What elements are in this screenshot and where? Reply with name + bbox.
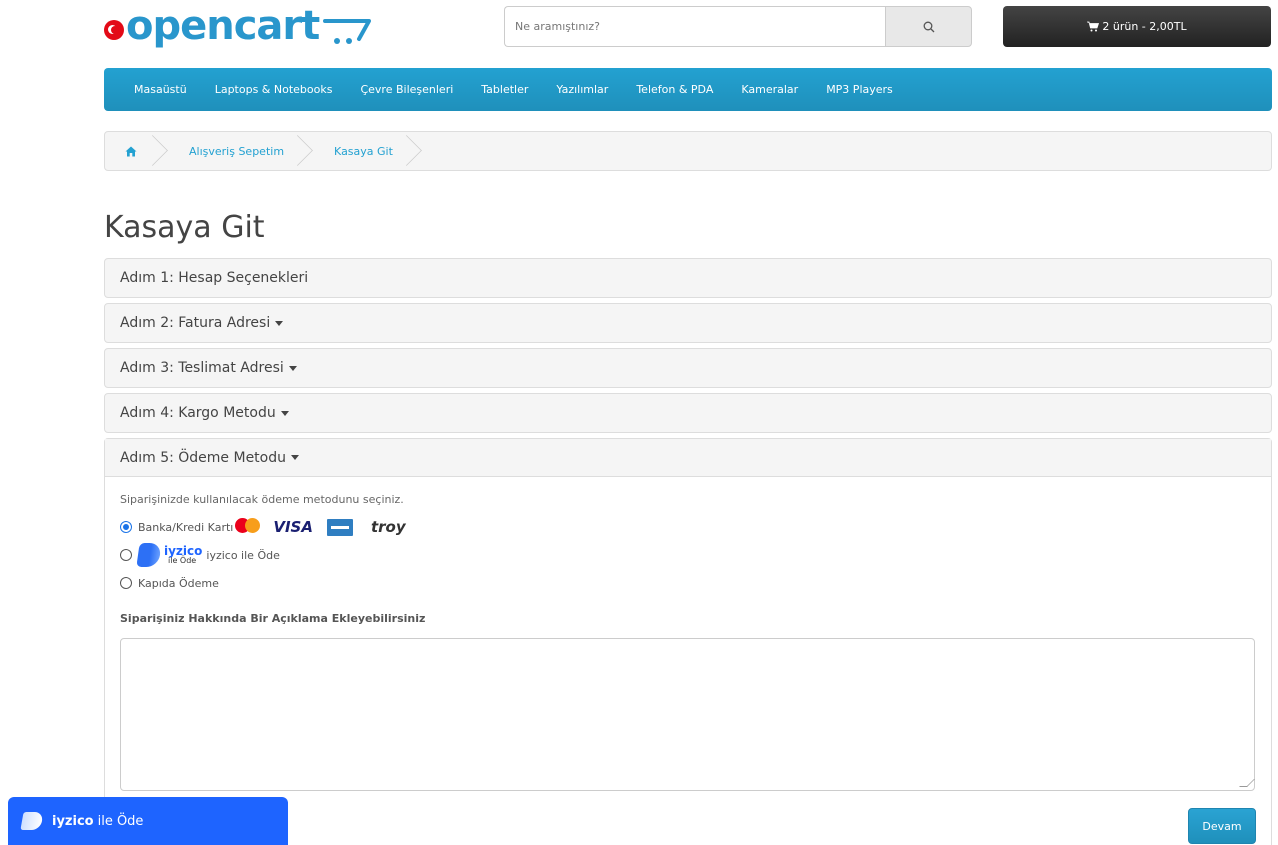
step-4-title: Adım 4: Kargo Metodu — [120, 405, 276, 421]
search-button[interactable] — [885, 6, 972, 47]
step-5-header[interactable]: Adım 5: Ödeme Metodu — [105, 439, 1271, 477]
nav-item-software[interactable]: Yazılımlar — [542, 83, 622, 96]
step-5-title: Adım 5: Ödeme Metodu — [120, 449, 286, 466]
logo-text: opencart — [126, 3, 320, 49]
step-5-panel: Adım 5: Ödeme Metodu Siparişinizde kulla… — [104, 438, 1272, 845]
caret-down-icon — [280, 410, 289, 416]
payment-method-body: Siparişinizde kullanılacak ödeme metodun… — [105, 477, 1271, 807]
nav-item-mp3[interactable]: MP3 Players — [812, 83, 907, 96]
iyzico-mark-icon — [136, 543, 162, 567]
step-1-title: Adım 1: Hesap Seçenekleri — [120, 270, 309, 286]
payment-label-cod: Kapıda Ödeme — [138, 576, 219, 590]
nav-item-components[interactable]: Çevre Bileşenleri — [346, 83, 467, 96]
cart-summary: 2 ürün - 2,00TL — [1102, 20, 1187, 33]
step-3-panel[interactable]: Adım 3: Teslimat Adresi — [104, 348, 1272, 388]
payment-label-iyzico: iyzico ile Öde — [206, 548, 280, 562]
breadcrumb-checkout[interactable]: Kasaya Git — [304, 132, 413, 170]
iyzico-float-brand: iyzico — [52, 813, 94, 829]
nav-item-desktops[interactable]: Masaüstü — [120, 83, 201, 96]
shopping-cart-icon — [1087, 21, 1100, 32]
step-3-title: Adım 3: Teslimat Adresi — [120, 360, 284, 376]
resize-handle-icon[interactable] — [1239, 779, 1255, 787]
radio-card[interactable] — [120, 521, 132, 533]
step-2-title: Adım 2: Fatura Adresi — [120, 315, 271, 331]
cart-button[interactable]: 2 ürün - 2,00TL — [1003, 6, 1271, 47]
visa-logo: VISA — [273, 518, 313, 536]
nav-item-tablets[interactable]: Tabletler — [467, 83, 542, 96]
comment-textarea[interactable] — [120, 638, 1255, 791]
caret-down-icon — [275, 320, 284, 326]
breadcrumb-cart[interactable]: Alışveriş Sepetim — [159, 132, 304, 170]
page-title: Kasaya Git — [104, 210, 265, 245]
continue-button[interactable]: Devam — [1188, 808, 1256, 844]
home-icon — [125, 146, 137, 156]
payment-option-card[interactable]: Banka/Kredi Kartı VISA troy — [120, 516, 1256, 538]
payment-option-iyzico[interactable]: iyzico ile Öde iyzico ile Öde — [120, 542, 1256, 568]
nav-item-phones[interactable]: Telefon & PDA — [622, 83, 727, 96]
caret-down-icon — [291, 455, 299, 460]
iyzico-floating-button[interactable]: iyzico ile Öde — [8, 797, 288, 845]
nav-item-cameras[interactable]: Kameralar — [727, 83, 812, 96]
troy-logo: troy — [370, 518, 406, 536]
step-4-panel[interactable]: Adım 4: Kargo Metodu — [104, 393, 1272, 433]
payment-label-card: Banka/Kredi Kartı — [138, 520, 234, 534]
caret-down-icon — [288, 365, 297, 371]
breadcrumb-home[interactable] — [105, 132, 159, 170]
breadcrumb: Alışveriş Sepetim Kasaya Git — [104, 131, 1272, 171]
search-bar — [504, 6, 972, 47]
iyzico-float-suffix: ile Öde — [97, 813, 144, 829]
turkey-flag-icon — [104, 20, 124, 40]
step-1-panel[interactable]: Adım 1: Hesap Seçenekleri — [104, 258, 1272, 298]
iyzico-logo-sub: ile Öde — [168, 556, 197, 565]
cart-logo-icon — [323, 19, 372, 44]
search-icon — [923, 21, 934, 32]
payment-intro: Siparişinizde kullanılacak ödeme metodun… — [120, 493, 404, 506]
nav-item-laptops[interactable]: Laptops & Notebooks — [201, 83, 347, 96]
radio-iyzico[interactable] — [120, 549, 132, 561]
opencart-logo[interactable]: opencart — [104, 2, 375, 50]
comment-label: Siparişiniz Hakkında Bir Açıklama Ekleye… — [120, 612, 426, 625]
amex-icon — [326, 518, 353, 536]
iyzico-logo: iyzico ile Öde — [164, 545, 202, 565]
search-input[interactable] — [504, 6, 885, 47]
iyzico-mark-icon — [20, 812, 44, 830]
payment-option-cod[interactable]: Kapıda Ödeme — [120, 572, 1256, 594]
step-2-panel[interactable]: Adım 2: Fatura Adresi — [104, 303, 1272, 343]
mastercard-icon — [235, 518, 261, 536]
main-nav: Masaüstü Laptops & Notebooks Çevre Bileş… — [104, 68, 1272, 111]
radio-cod[interactable] — [120, 577, 132, 589]
